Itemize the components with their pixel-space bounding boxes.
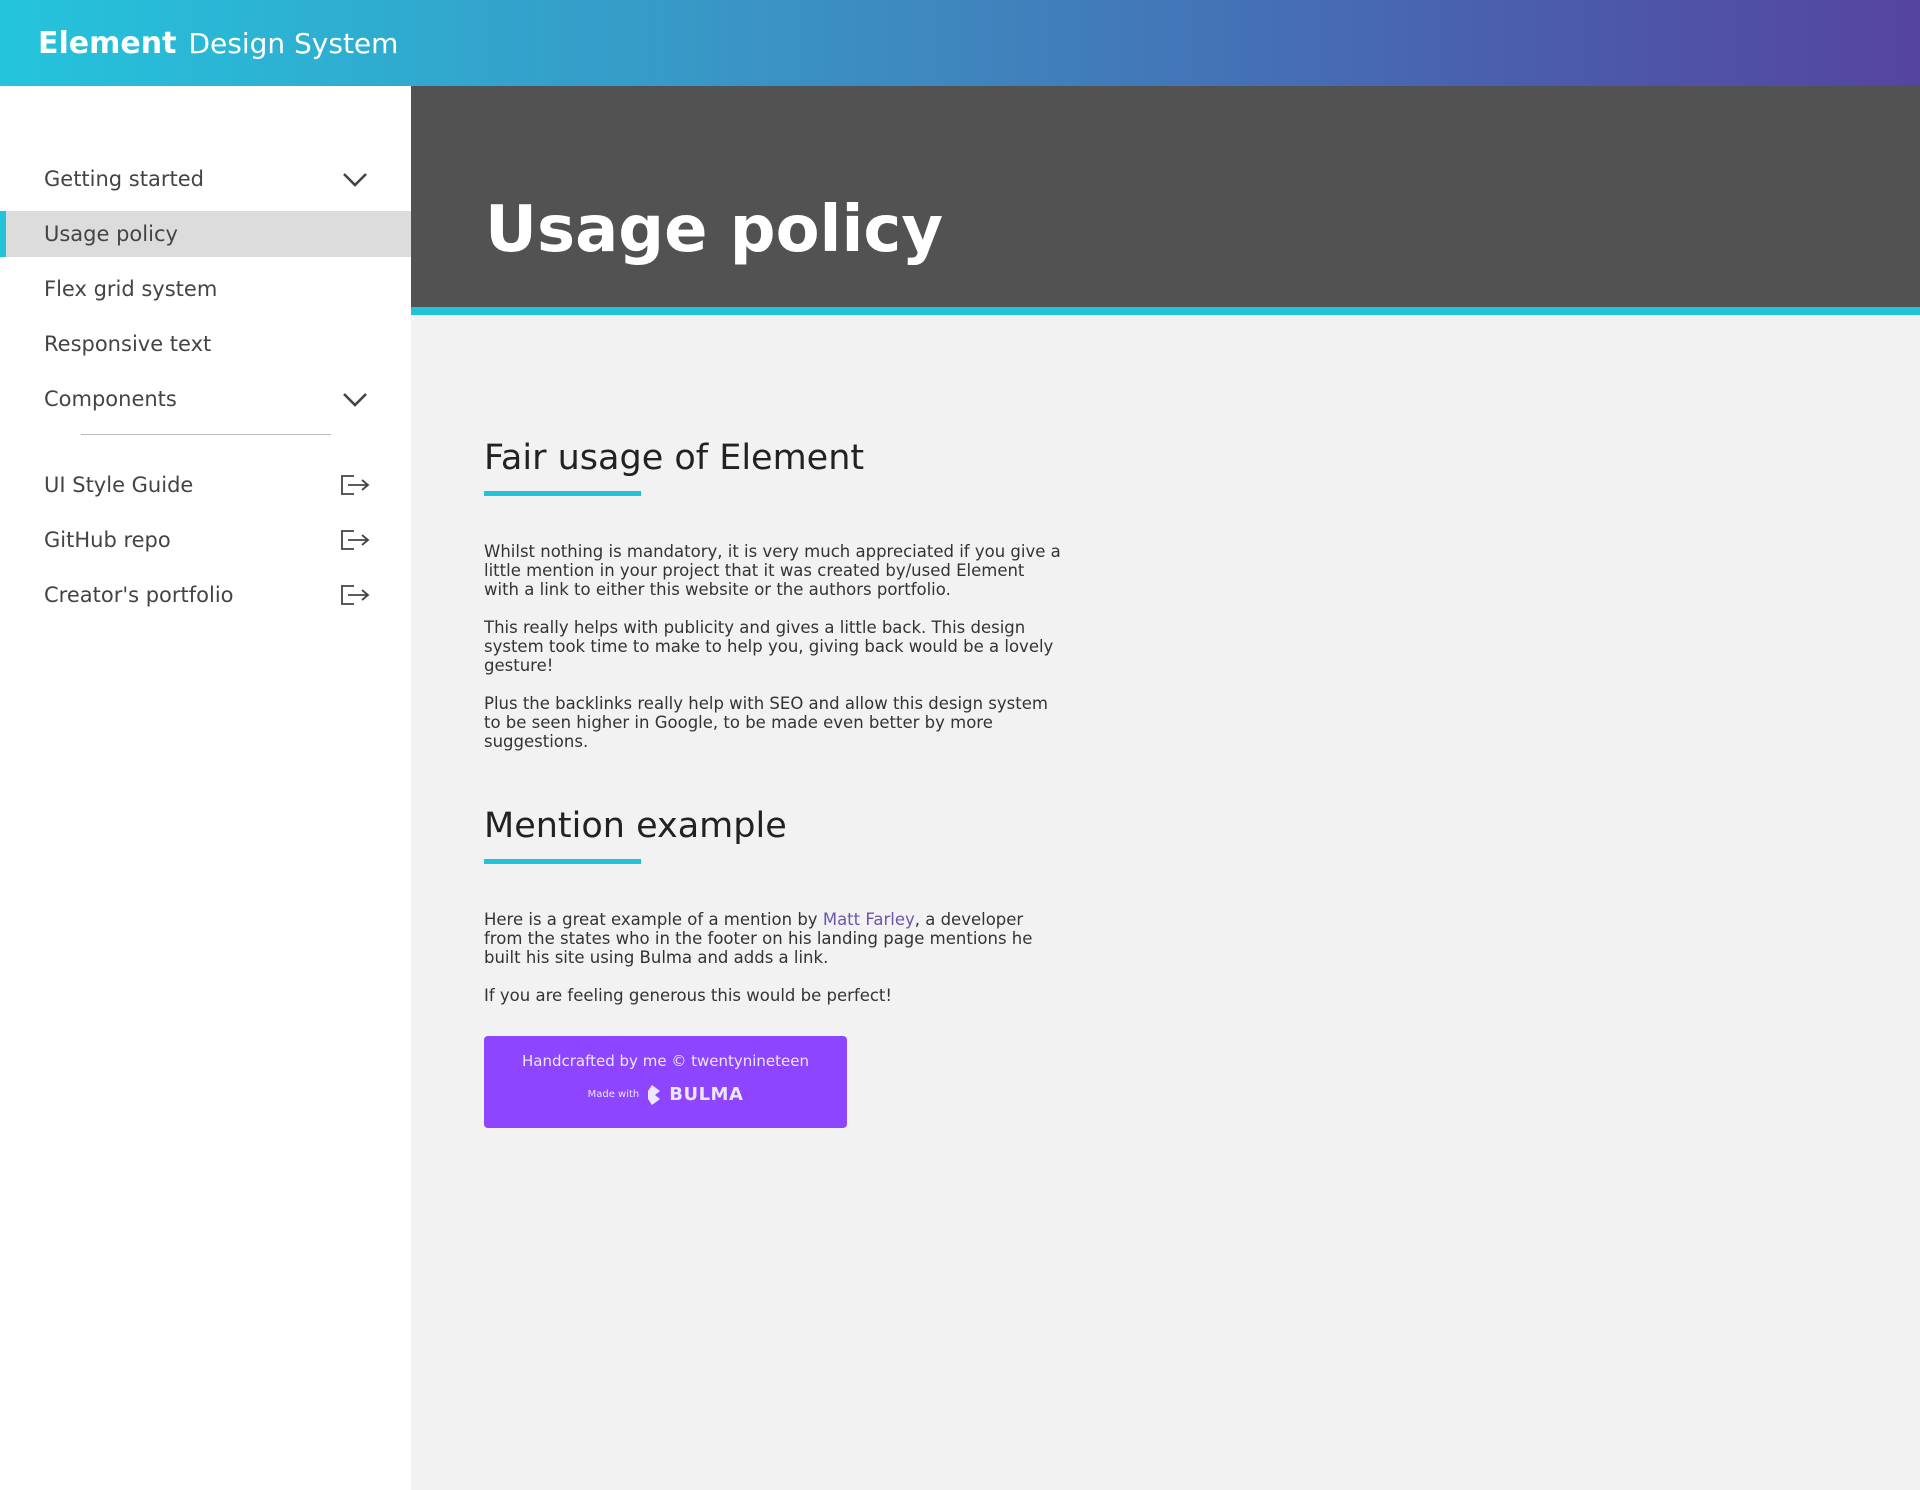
sidebar-item-label: GitHub repo: [44, 528, 171, 552]
sidebar-item-label: UI Style Guide: [44, 473, 194, 497]
page-title: Usage policy: [485, 193, 944, 267]
paragraph: Whilst nothing is mandatory, it is very …: [484, 542, 1061, 599]
chevron-down-icon[interactable]: [340, 168, 370, 190]
sidebar-item-responsive-text[interactable]: Responsive text: [0, 321, 411, 367]
sidebar-item-label: Getting started: [44, 167, 204, 191]
section-title-mention-example: Mention example: [484, 806, 787, 846]
top-bar: Element Design System: [0, 0, 1920, 86]
page-hero: Usage policy: [411, 86, 1920, 315]
sidebar: Getting started Usage policy Flex grid s…: [0, 86, 411, 1490]
chevron-down-icon[interactable]: [340, 388, 370, 410]
external-link-icon: [341, 475, 370, 495]
made-with-bulma: Made with BULMA: [484, 1084, 847, 1105]
sidebar-link-ui-style-guide[interactable]: UI Style Guide: [0, 462, 411, 508]
sidebar-item-label: Usage policy: [44, 222, 178, 246]
sidebar-link-github-repo[interactable]: GitHub repo: [0, 517, 411, 563]
sidebar-item-getting-started[interactable]: Getting started: [0, 156, 411, 202]
matt-farley-link[interactable]: Matt Farley: [823, 910, 915, 929]
bulma-logo-icon: [648, 1084, 661, 1105]
external-link-icon: [341, 585, 370, 605]
main-content: Fair usage of Element Whilst nothing is …: [484, 315, 1064, 1128]
bulma-wordmark: BULMA: [669, 1084, 744, 1105]
brand-subtitle: Design System: [188, 26, 399, 60]
paragraph: Plus the backlinks really help with SEO …: [484, 694, 1048, 751]
sidebar-item-label: Responsive text: [44, 332, 212, 356]
sidebar-item-usage-policy[interactable]: Usage policy: [0, 211, 411, 257]
sidebar-item-components[interactable]: Components: [0, 376, 411, 422]
paragraph: Here is a great example of a mention by …: [484, 910, 1064, 967]
sidebar-item-label: Components: [44, 387, 177, 411]
sidebar-item-label: Flex grid system: [44, 277, 218, 301]
made-with-label: Made with: [587, 1089, 640, 1100]
sidebar-divider: [81, 434, 331, 435]
brand-name[interactable]: Element: [38, 26, 176, 61]
paragraph: If you are feeling generous this would b…: [484, 986, 893, 1005]
external-link-icon: [341, 530, 370, 550]
section-title-fair-usage: Fair usage of Element: [484, 438, 865, 478]
sidebar-nav: Getting started Usage policy Flex grid s…: [0, 156, 411, 627]
sidebar-item-label: Creator's portfolio: [44, 583, 234, 607]
sidebar-link-creators-portfolio[interactable]: Creator's portfolio: [0, 572, 411, 618]
title-underline: [484, 859, 641, 864]
badge-text: Handcrafted by me © twentynineteen: [522, 1052, 809, 1070]
paragraph-text: Here is a great example of a mention by: [484, 910, 823, 929]
title-underline: [484, 491, 641, 496]
example-mention-badge: Handcrafted by me © twentynineteen Made …: [484, 1036, 847, 1128]
paragraph: This really helps with publicity and giv…: [484, 618, 1054, 675]
sidebar-item-flex-grid[interactable]: Flex grid system: [0, 266, 411, 312]
